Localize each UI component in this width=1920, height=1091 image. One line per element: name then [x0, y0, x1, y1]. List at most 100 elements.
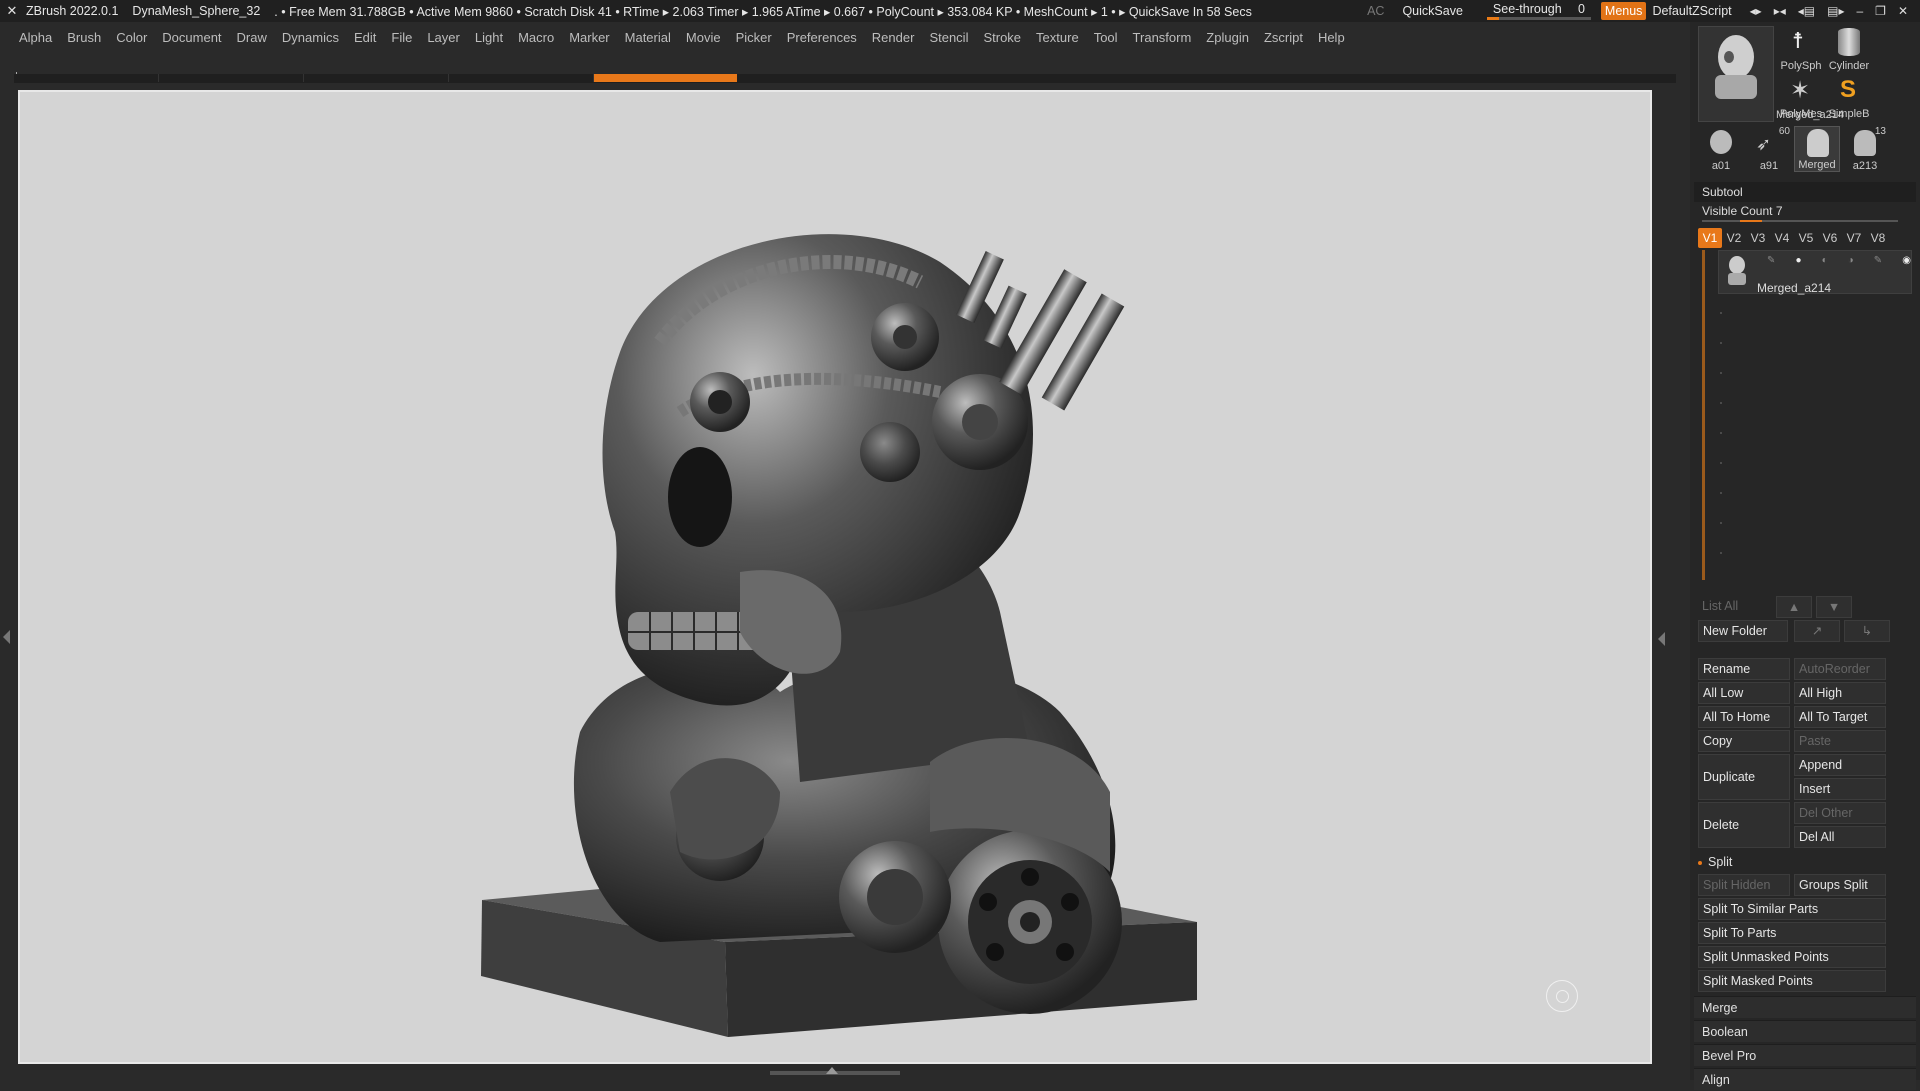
split-section-header[interactable]: Split	[1698, 852, 1732, 872]
navigation-gizmo[interactable]	[1546, 980, 1578, 1012]
menu-draw[interactable]: Draw	[230, 30, 275, 45]
all-to-home-button[interactable]: All To Home	[1698, 706, 1790, 728]
menu-help[interactable]: Help	[1311, 30, 1353, 45]
delete-button[interactable]: Delete	[1698, 802, 1790, 848]
edit-icon[interactable]: ✎	[1874, 255, 1882, 267]
layout-left-icon[interactable]: ◂▤	[1798, 4, 1815, 18]
new-folder-button[interactable]: New Folder	[1698, 620, 1788, 642]
menu-stencil[interactable]: Stencil	[922, 30, 976, 45]
menu-stroke[interactable]: Stroke	[976, 30, 1029, 45]
merge-section[interactable]: Merge	[1694, 996, 1916, 1018]
menu-document[interactable]: Document	[155, 30, 229, 45]
menus-toggle-button[interactable]: Menus	[1600, 2, 1647, 20]
insert-button[interactable]: Insert	[1794, 778, 1886, 800]
duplicate-button[interactable]: Duplicate	[1698, 754, 1790, 800]
menu-movie[interactable]: Movie	[679, 30, 729, 45]
visibility-set-v5[interactable]: V5	[1794, 228, 1818, 248]
split-to-similar-parts-button[interactable]: Split To Similar Parts	[1698, 898, 1886, 920]
visibility-set-v7[interactable]: V7	[1842, 228, 1866, 248]
menu-preferences[interactable]: Preferences	[780, 30, 865, 45]
menu-light[interactable]: Light	[468, 30, 511, 45]
tool-polysphere[interactable]: ☨ PolySph	[1778, 26, 1824, 72]
all-low-button[interactable]: All Low	[1698, 682, 1790, 704]
brush-mode-icon[interactable]: ✎	[1767, 255, 1775, 267]
tool-a91[interactable]: 60 ➶ a91	[1746, 126, 1792, 172]
split-to-parts-button[interactable]: Split To Parts	[1698, 922, 1886, 944]
move-down-icon[interactable]: ▼	[1816, 596, 1852, 618]
visibility-set-v2[interactable]: V2	[1722, 228, 1746, 248]
list-all-button[interactable]: List All	[1698, 596, 1772, 618]
quicksave-button[interactable]: QuickSave	[1402, 4, 1462, 18]
interface-shrink-icon[interactable]: ◂▸	[1750, 4, 1762, 18]
menu-file[interactable]: File	[384, 30, 420, 45]
copy-button[interactable]: Copy	[1698, 730, 1790, 752]
subtool-item[interactable]: ✎ ● ◐ ◑ ✎ ◉ Merged_a214	[1718, 250, 1912, 295]
menu-dynamics[interactable]: Dynamics	[275, 30, 347, 45]
tool-simplebrush[interactable]: S SimpleB	[1826, 74, 1872, 120]
append-button[interactable]: Append	[1794, 754, 1886, 776]
menu-brush[interactable]: Brush	[60, 30, 109, 45]
rename-button[interactable]: Rename	[1698, 658, 1790, 680]
visibility-set-v6[interactable]: V6	[1818, 228, 1842, 248]
subtool-list-scrollbar[interactable]	[1702, 250, 1705, 580]
document-tab-strip[interactable]	[14, 74, 1676, 83]
ghost-icon[interactable]: ◐	[1822, 255, 1828, 267]
split-masked-points-button[interactable]: Split Masked Points	[1698, 970, 1886, 992]
left-tray-gutter[interactable]	[0, 90, 14, 1064]
tool-cylinder[interactable]: Cylinder	[1826, 26, 1872, 72]
interface-expand-icon[interactable]: ▸◂	[1774, 4, 1786, 18]
groups-split-button[interactable]: Groups Split	[1794, 874, 1886, 896]
subtool-header[interactable]: Subtool	[1694, 182, 1916, 202]
see-through-slider[interactable]: See-through 0	[1486, 0, 1591, 22]
move-up-icon[interactable]: ▲	[1776, 596, 1812, 618]
current-tool-thumbnail[interactable]: Merged_a214	[1698, 26, 1844, 122]
polypaint-icon[interactable]: ●	[1795, 255, 1801, 267]
menu-texture[interactable]: Texture	[1029, 30, 1087, 45]
menu-marker[interactable]: Marker	[562, 30, 617, 45]
menu-zscript[interactable]: Zscript	[1257, 30, 1311, 45]
menu-transform[interactable]: Transform	[1126, 30, 1200, 45]
menu-color[interactable]: Color	[109, 30, 155, 45]
all-to-target-button[interactable]: All To Target	[1794, 706, 1886, 728]
bevel-pro-section[interactable]: Bevel Pro	[1694, 1044, 1916, 1066]
visibility-set-v1[interactable]: V1	[1698, 228, 1722, 248]
menu-macro[interactable]: Macro	[511, 30, 562, 45]
menu-tool[interactable]: Tool	[1087, 30, 1126, 45]
split-hidden-button[interactable]: Split Hidden	[1698, 874, 1790, 896]
tool-polymesh[interactable]: ✶ PolyMes	[1778, 74, 1824, 120]
tool-a01[interactable]: a01	[1698, 126, 1744, 172]
visibility-set-v4[interactable]: V4	[1770, 228, 1794, 248]
del-all-button[interactable]: Del All	[1794, 826, 1886, 848]
folder-in-icon[interactable]: ↗	[1794, 620, 1840, 642]
menu-picker[interactable]: Picker	[729, 30, 780, 45]
layout-right-icon[interactable]: ▤▸	[1827, 4, 1844, 18]
visibility-set-v8[interactable]: V8	[1866, 228, 1890, 248]
bottom-tray-bar[interactable]	[0, 1066, 1690, 1080]
tool-merged[interactable]: Merged	[1794, 126, 1840, 172]
visibility-eye-icon[interactable]: ◉	[1902, 255, 1911, 267]
menu-material[interactable]: Material	[618, 30, 679, 45]
paste-button[interactable]: Paste	[1794, 730, 1886, 752]
menu-render[interactable]: Render	[865, 30, 923, 45]
expand-left-tray-icon[interactable]	[3, 630, 10, 644]
visibility-set-v3[interactable]: V3	[1746, 228, 1770, 248]
visible-count-slider[interactable]	[1702, 220, 1898, 222]
all-high-button[interactable]: All High	[1794, 682, 1886, 704]
tool-a213[interactable]: 13 a213	[1842, 126, 1888, 172]
right-tray-gutter[interactable]	[1656, 90, 1688, 1064]
folder-out-icon[interactable]: ↳	[1844, 620, 1890, 642]
collapse-right-tray-icon[interactable]	[1658, 632, 1665, 646]
menu-layer[interactable]: Layer	[420, 30, 468, 45]
solo-icon[interactable]: ◑	[1848, 255, 1854, 267]
active-doc-tab[interactable]	[594, 74, 737, 82]
restore-icon[interactable]: ❐	[1875, 4, 1886, 18]
autoreorder-button[interactable]: AutoReorder	[1794, 658, 1886, 680]
split-unmasked-points-button[interactable]: Split Unmasked Points	[1698, 946, 1886, 968]
minimize-icon[interactable]: –	[1856, 4, 1863, 18]
default-zscript-button[interactable]: DefaultZScript	[1652, 4, 1731, 18]
boolean-section[interactable]: Boolean	[1694, 1020, 1916, 1042]
menu-edit[interactable]: Edit	[347, 30, 384, 45]
menu-zplugin[interactable]: Zplugin	[1199, 30, 1257, 45]
align-section[interactable]: Align	[1694, 1068, 1916, 1090]
del-other-button[interactable]: Del Other	[1794, 802, 1886, 824]
